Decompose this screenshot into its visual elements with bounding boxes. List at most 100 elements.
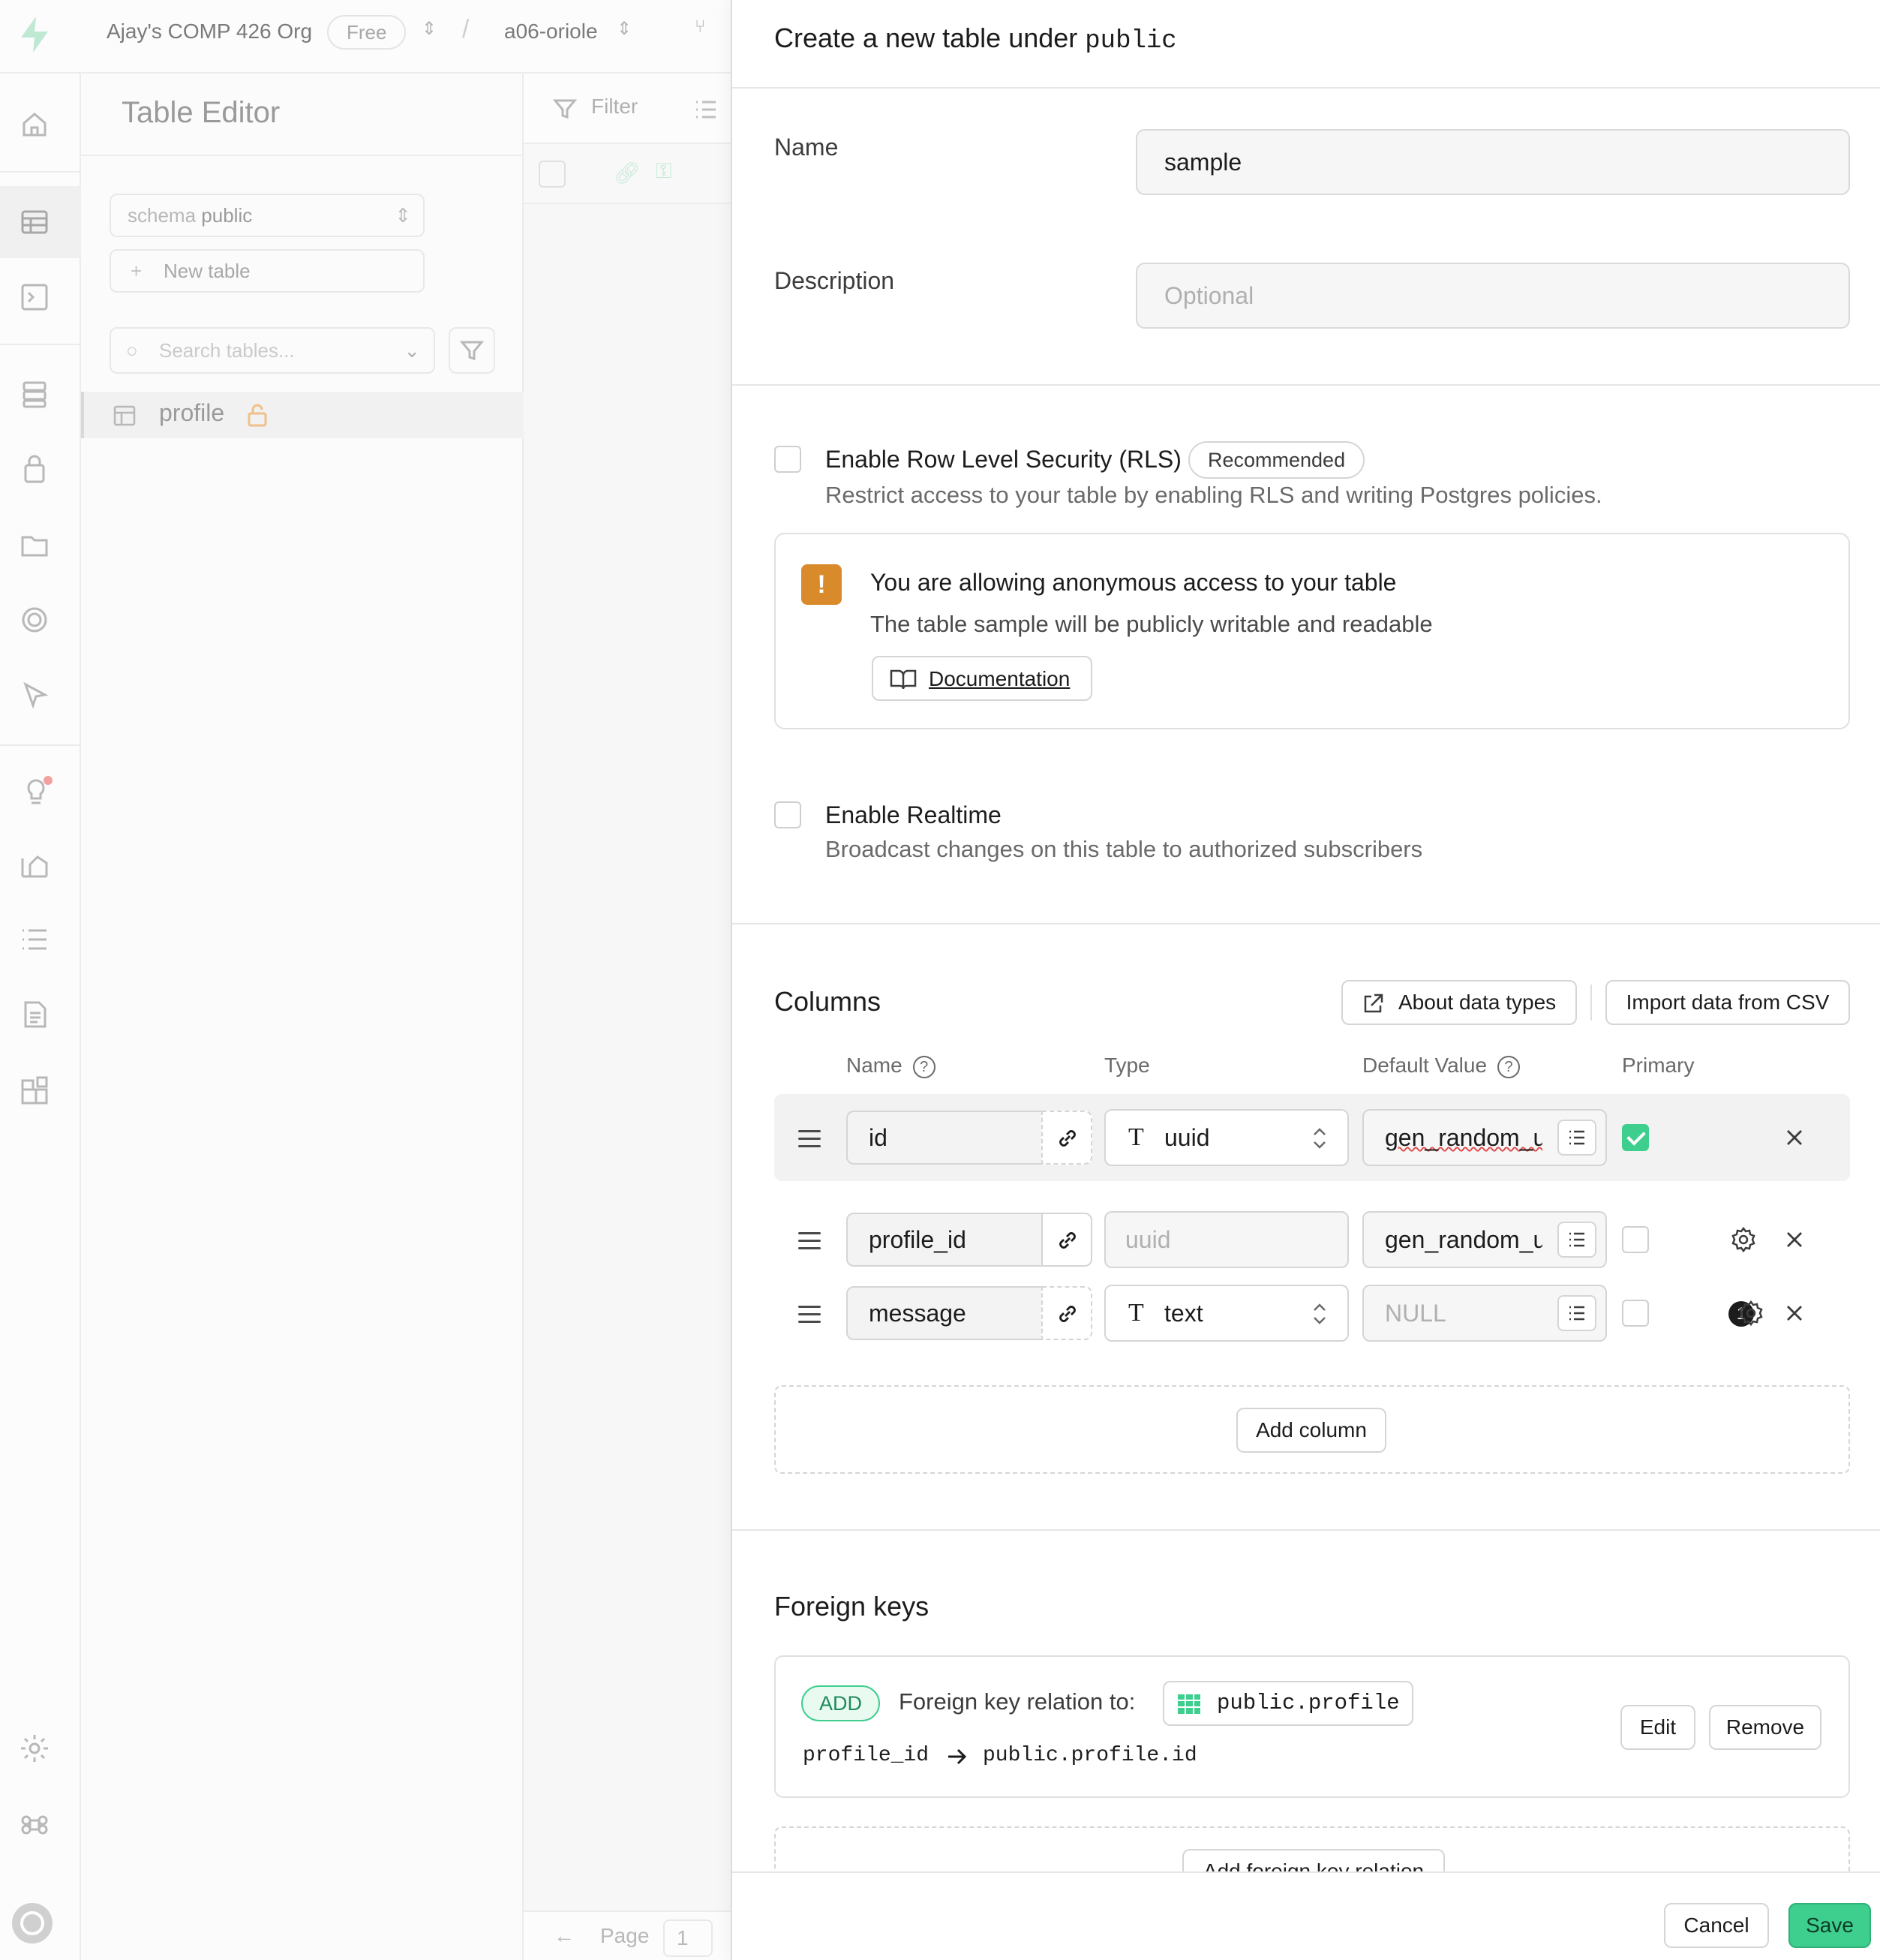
column-default-input[interactable]: NULL [1362, 1285, 1607, 1342]
default-suggestions-button[interactable] [1557, 1120, 1596, 1156]
col-header-type: Type [1104, 1054, 1150, 1077]
rls-description: Restrict access to your table by enablin… [825, 482, 1602, 508]
realtime-icon[interactable] [18, 603, 51, 636]
list-icon [1569, 1232, 1584, 1247]
sql-editor-icon[interactable] [18, 281, 51, 314]
warning-icon: ! [801, 564, 842, 605]
column-default-input[interactable]: gen_random_uuid() [1362, 1109, 1607, 1166]
user-avatar-icon[interactable] [11, 1901, 54, 1945]
prev-page-icon[interactable]: ← [554, 1924, 575, 1948]
foreign-key-card: ADD Foreign key relation to: public.prof… [774, 1655, 1850, 1798]
default-suggestions-button[interactable] [1557, 1295, 1596, 1331]
drag-handle-icon[interactable] [798, 1306, 821, 1325]
fk-source-column: profile_id [803, 1744, 929, 1767]
rls-title: Enable Row Level Security (RLS) [825, 446, 1182, 473]
plan-badge: Free [327, 15, 407, 50]
description-label: Description [774, 267, 895, 294]
reports-icon[interactable] [18, 848, 51, 881]
about-data-types-button[interactable]: About data types [1341, 980, 1577, 1025]
sort-icon [696, 101, 716, 119]
remove-column-close-icon[interactable] [1784, 1127, 1805, 1148]
table-list-item[interactable]: profile [81, 392, 524, 438]
foreign-key-link-button[interactable] [1041, 1111, 1092, 1165]
remove-column-close-icon[interactable] [1784, 1303, 1805, 1324]
home-icon[interactable] [18, 108, 51, 141]
column-default-input[interactable]: gen_random_uuid() [1362, 1211, 1607, 1268]
default-suggestions-button[interactable] [1557, 1222, 1596, 1258]
edit-foreign-key-button[interactable]: Edit [1620, 1705, 1695, 1750]
enable-realtime-checkbox[interactable] [774, 801, 801, 828]
nav-rail [0, 74, 81, 1960]
table-editor-icon[interactable] [18, 206, 51, 239]
external-link-icon [1364, 994, 1383, 1013]
add-column-dropzone: Add column [774, 1385, 1850, 1474]
project-name[interactable]: a06-oriole [504, 20, 598, 44]
settings-gear-icon[interactable] [18, 1732, 51, 1765]
filter-tables-button[interactable] [449, 327, 495, 374]
sidepanel-title: Table Editor [122, 96, 281, 129]
documentation-button[interactable]: Documentation [872, 656, 1092, 701]
column-settings-gear-icon[interactable] [1730, 1226, 1757, 1253]
cancel-button[interactable]: Cancel [1664, 1903, 1769, 1948]
integrations-icon[interactable] [18, 1075, 51, 1108]
realtime-description: Broadcast changes on this table to autho… [825, 836, 1423, 862]
enable-rls-checkbox[interactable] [774, 446, 801, 473]
column-settings-gear-icon[interactable] [1737, 1300, 1764, 1327]
create-table-sheet: Create a new table under public Name Des… [731, 0, 1880, 1960]
page-label: Page [600, 1924, 650, 1947]
project-switcher-chevron-icon[interactable]: ⇕ [617, 18, 632, 40]
advisors-lightbulb-icon[interactable] [18, 773, 53, 806]
branch-icon[interactable]: ⑂ [695, 17, 705, 38]
table-description-input[interactable] [1136, 263, 1850, 329]
database-icon[interactable] [18, 378, 51, 411]
foreign-key-link-button[interactable] [1041, 1213, 1092, 1267]
table-name-input[interactable] [1136, 129, 1850, 195]
org-switcher-chevron-icon[interactable]: ⇕ [422, 18, 437, 40]
primary-key-checkbox[interactable] [1622, 1124, 1649, 1151]
col-header-primary: Primary [1622, 1054, 1695, 1077]
schema-selector[interactable]: schema public ⇕ [110, 194, 425, 237]
column-type-select[interactable]: T uuid [1104, 1109, 1349, 1166]
fk-relation-label: Foreign key relation to: [899, 1688, 1136, 1715]
import-csv-button[interactable]: Import data from CSV [1605, 980, 1850, 1025]
link-icon [1059, 1232, 1076, 1249]
search-icon: ○ [126, 339, 138, 362]
command-menu-icon[interactable] [18, 1808, 51, 1841]
search-tables-input[interactable]: ○ Search tables... ⌄ [110, 327, 435, 374]
api-docs-icon[interactable] [18, 998, 51, 1031]
list-icon [1569, 1130, 1584, 1145]
add-column-button[interactable]: Add column [1236, 1408, 1386, 1453]
drag-handle-icon[interactable] [798, 1232, 821, 1252]
drag-handle-icon[interactable] [798, 1130, 821, 1150]
column-name-input[interactable]: message [846, 1286, 1041, 1340]
table-editor-sidepanel: Table Editor schema public ⇕ + New table ○… [81, 74, 524, 1960]
storage-icon[interactable] [18, 528, 51, 561]
org-name[interactable]: Ajay's COMP 426 Org [107, 20, 312, 44]
filter-icon [459, 341, 485, 361]
fk-target-table: public.profile [1163, 1681, 1413, 1726]
book-open-icon [890, 669, 917, 690]
edge-functions-icon[interactable] [18, 678, 51, 711]
page-input[interactable]: 1 [663, 1919, 713, 1957]
new-table-button[interactable]: + New table [110, 249, 425, 293]
remove-foreign-key-button[interactable]: Remove [1709, 1705, 1821, 1750]
grid-filter-button[interactable]: Filter [591, 95, 638, 119]
select-all-checkbox[interactable] [539, 161, 566, 188]
column-type-select[interactable]: T text [1104, 1285, 1349, 1342]
column-name-input[interactable]: profile_id [846, 1213, 1041, 1267]
column-name-input[interactable]: id [846, 1111, 1041, 1165]
add-status-badge: ADD [801, 1685, 881, 1721]
logs-icon[interactable] [18, 923, 51, 956]
primary-key-checkbox[interactable] [1622, 1300, 1649, 1327]
foreign-key-link-button[interactable] [1041, 1286, 1092, 1340]
sheet-title: Create a new table under public [774, 23, 1177, 56]
primary-key-checkbox[interactable] [1622, 1226, 1649, 1253]
fk-target-column: public.profile.id [983, 1744, 1197, 1767]
unlocked-icon [248, 404, 267, 427]
supabase-logo-icon[interactable] [14, 14, 56, 56]
save-button[interactable]: Save [1788, 1903, 1871, 1948]
remove-column-close-icon[interactable] [1784, 1229, 1805, 1250]
chevrons-up-down-icon [1314, 1128, 1326, 1149]
auth-icon[interactable] [18, 453, 51, 486]
foreign-keys-title: Foreign keys [774, 1591, 929, 1622]
